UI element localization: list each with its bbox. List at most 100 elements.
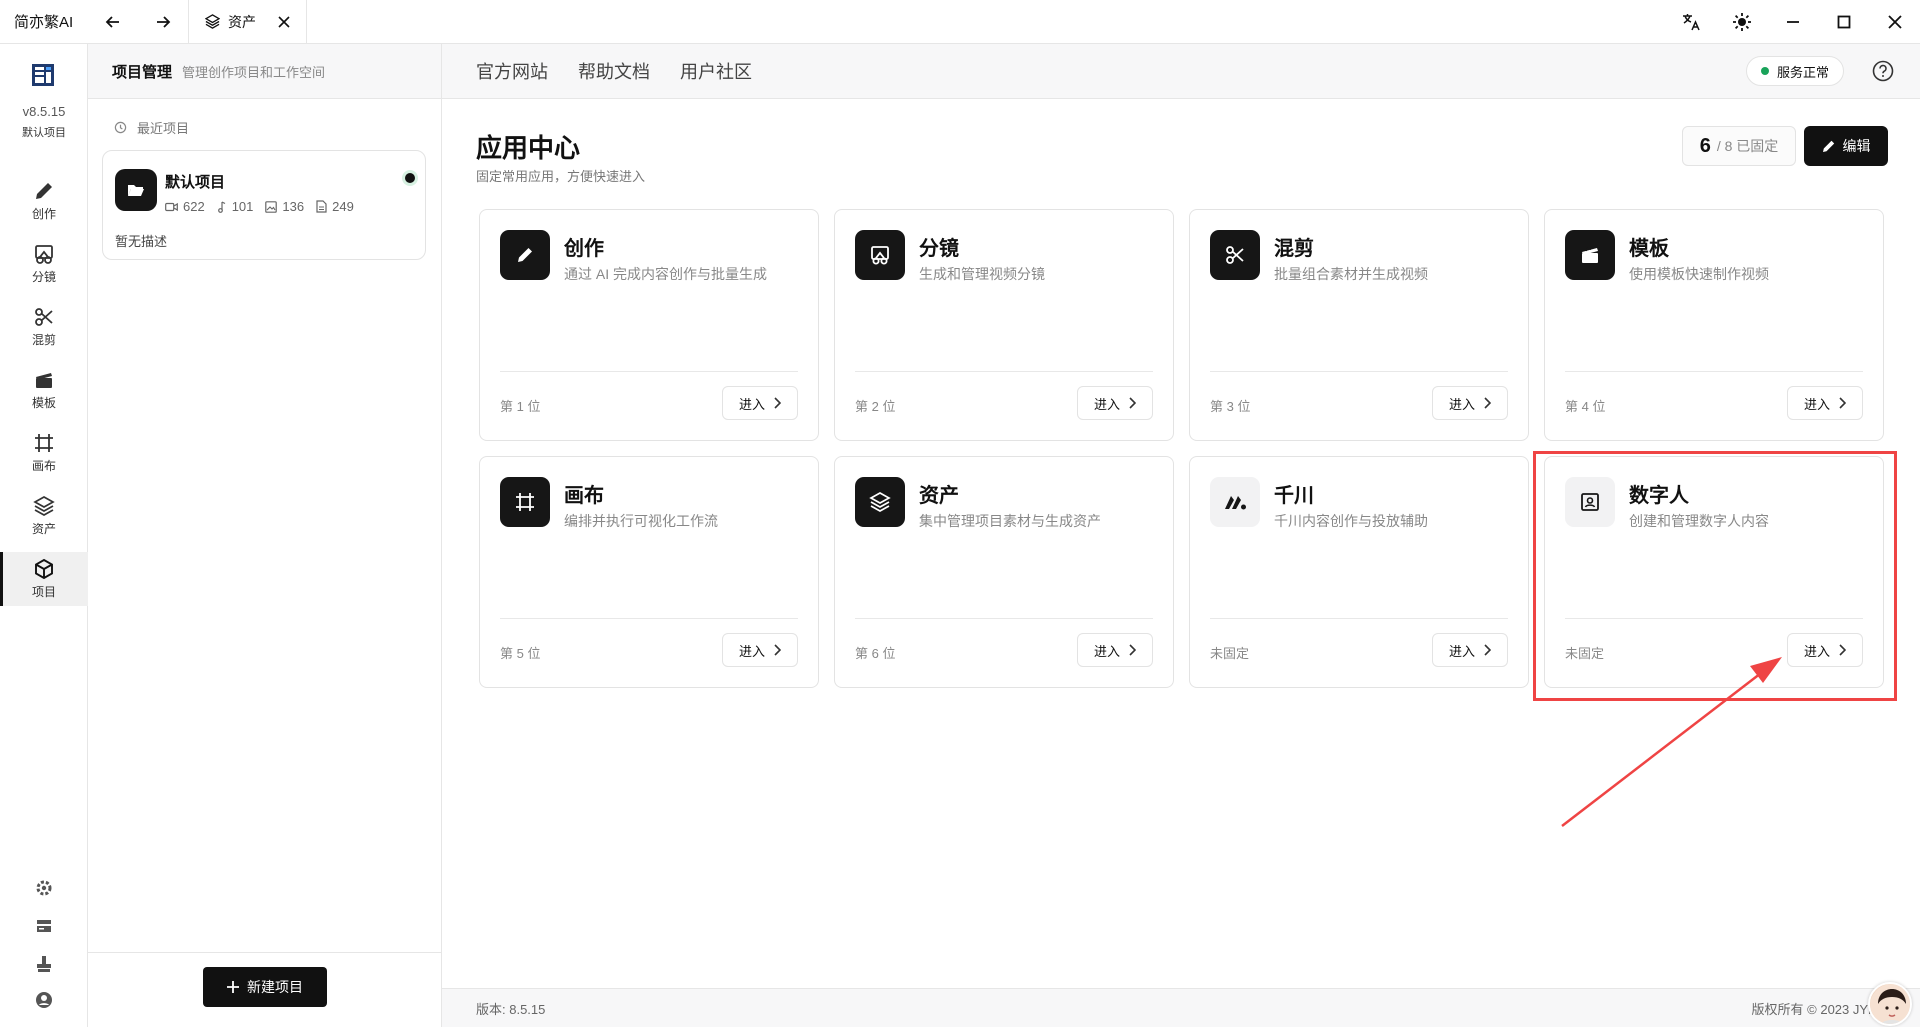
app-card-remix[interactable]: 混剪 批量组合素材并生成视频 第 3 位 进入 — [1189, 209, 1529, 441]
minimize-icon — [1786, 21, 1799, 23]
pinned-count: 6 — [1699, 134, 1711, 157]
app-card-template[interactable]: 模板 使用模板快速制作视频 第 4 位 进入 — [1544, 209, 1884, 441]
help-button[interactable] — [1872, 60, 1894, 87]
card-icon-badge — [855, 230, 905, 280]
image-icon — [265, 200, 278, 213]
theme-toggle-button[interactable] — [1716, 0, 1767, 44]
project-name: 默认项目 — [165, 174, 226, 191]
card-description: 千川内容创作与投放辅助 — [1274, 513, 1428, 529]
maximize-icon — [1837, 15, 1850, 29]
enter-button[interactable]: 进入 — [722, 633, 798, 667]
card-position: 第 1 位 — [500, 399, 541, 414]
card-icon-badge — [855, 477, 905, 527]
translate-icon — [1682, 14, 1700, 31]
card-description: 通过 AI 完成内容创作与批量生成 — [564, 266, 768, 282]
settings-button[interactable] — [34, 878, 54, 898]
card-icon-badge — [1210, 477, 1260, 527]
edit-button[interactable]: 编辑 — [1804, 126, 1888, 166]
card-title: 千川 — [1274, 485, 1314, 507]
stamp-icon — [37, 956, 51, 972]
user-circle-icon — [36, 992, 52, 1008]
cube-icon — [35, 558, 53, 580]
assistant-avatar[interactable] — [1868, 982, 1912, 1026]
document-icon — [316, 200, 327, 213]
card-description: 批量组合素材并生成视频 — [1274, 266, 1428, 282]
panel-subtitle: 管理创作项目和工作空间 — [182, 64, 326, 80]
sidebar-item-canvas[interactable]: 画布 — [0, 426, 88, 480]
status-text: 服务正常 — [1776, 64, 1829, 80]
nav-link-help-docs[interactable]: 帮助文档 — [578, 58, 650, 84]
qianchuan-logo-icon — [1225, 496, 1246, 510]
service-status-badge[interactable]: 服务正常 — [1745, 56, 1844, 86]
card-divider — [1565, 371, 1863, 372]
edit-label: 编辑 — [1842, 138, 1871, 154]
sidebar-item-label: 分镜 — [31, 270, 56, 284]
app-card-assets[interactable]: 资产 集中管理项目素材与生成资产 第 6 位 进入 — [834, 456, 1174, 688]
gear-icon — [36, 880, 52, 896]
app-card-create[interactable]: 创作 通过 AI 完成内容创作与批量生成 第 1 位 进入 — [479, 209, 819, 441]
video-count-value: 622 — [183, 199, 205, 214]
pencil-icon — [518, 248, 532, 262]
project-stats: 622 101 136 249 — [165, 199, 354, 214]
app-card-canvas[interactable]: 画布 编排并执行可视化工作流 第 5 位 进入 — [479, 456, 819, 688]
close-icon — [1887, 15, 1902, 29]
account-button[interactable] — [34, 990, 54, 1010]
back-button[interactable] — [88, 0, 138, 44]
card-description: 使用模板快速制作视频 — [1629, 266, 1769, 282]
layers-icon — [205, 14, 220, 29]
enter-label: 进入 — [738, 643, 765, 659]
project-panel-footer: 新建项目 — [88, 952, 442, 1027]
clean-button[interactable] — [34, 954, 54, 974]
maximize-button[interactable] — [1818, 0, 1869, 44]
sidebar-item-assets[interactable]: 资产 — [0, 489, 88, 543]
card-position: 第 5 位 — [500, 646, 541, 661]
minimize-button[interactable] — [1767, 0, 1818, 44]
close-tab-button[interactable] — [278, 15, 290, 28]
enter-label: 进入 — [1093, 396, 1120, 412]
sidebar-item-create[interactable]: 创作 — [0, 174, 88, 228]
server-button[interactable] — [34, 916, 54, 936]
project-card[interactable]: 默认项目 622 101 136 249 暂无描述 — [102, 150, 426, 260]
card-position: 第 6 位 — [855, 646, 896, 661]
chevron-right-icon — [1484, 397, 1491, 409]
enter-button[interactable]: 进入 — [1077, 386, 1153, 420]
project-description: 暂无描述 — [115, 234, 168, 249]
sidebar-item-label: 创作 — [31, 207, 56, 221]
forward-button[interactable] — [138, 0, 188, 44]
enter-button[interactable]: 进入 — [1432, 633, 1508, 667]
sidebar-item-project[interactable]: 项目 — [0, 552, 88, 606]
app-card-qianchuan[interactable]: 千川 千川内容创作与投放辅助 未固定 进入 — [1189, 456, 1529, 688]
enter-button[interactable]: 进入 — [1077, 633, 1153, 667]
scissors-icon — [35, 308, 53, 326]
sidebar-item-label: 项目 — [31, 585, 56, 599]
scissors-icon — [1226, 246, 1244, 264]
layers-icon — [869, 492, 891, 512]
sidebar-item-storyboard[interactable]: 分镜 — [0, 237, 88, 291]
app-version: v8.5.15 — [22, 104, 66, 119]
enter-button[interactable]: 进入 — [1432, 386, 1508, 420]
clapper-icon — [36, 373, 52, 388]
nav-link-official-site[interactable]: 官方网站 — [476, 58, 548, 84]
app-card-storyboard[interactable]: 分镜 生成和管理视频分镜 第 2 位 进入 — [834, 209, 1174, 441]
arrow-left-icon — [105, 15, 119, 28]
card-icon-badge — [1565, 230, 1615, 280]
close-window-button[interactable] — [1869, 0, 1920, 44]
sidebar-item-remix[interactable]: 混剪 — [0, 300, 88, 354]
chevron-right-icon — [1129, 397, 1136, 409]
enter-button[interactable]: 进入 — [722, 386, 798, 420]
nav-link-community[interactable]: 用户社区 — [680, 58, 752, 84]
tab-assets[interactable]: 资产 — [188, 0, 307, 44]
card-description: 编排并执行可视化工作流 — [564, 513, 718, 529]
pinned-total: / 8 已固定 — [1716, 138, 1779, 154]
footer-copyright: 版权所有 © 2023 JYF — [1751, 1001, 1876, 1017]
enter-button[interactable]: 进入 — [1787, 386, 1863, 420]
translate-button[interactable] — [1665, 0, 1716, 44]
sidebar-item-template[interactable]: 模板 — [0, 363, 88, 417]
new-project-button[interactable]: 新建项目 — [203, 967, 327, 1007]
sidebar-item-label: 模板 — [31, 396, 56, 410]
doc-count-value: 249 — [332, 199, 354, 214]
page-subtitle: 固定常用应用，方便快速进入 — [476, 169, 646, 184]
sun-icon — [1732, 13, 1751, 31]
card-divider — [855, 618, 1153, 619]
card-divider — [500, 371, 798, 372]
